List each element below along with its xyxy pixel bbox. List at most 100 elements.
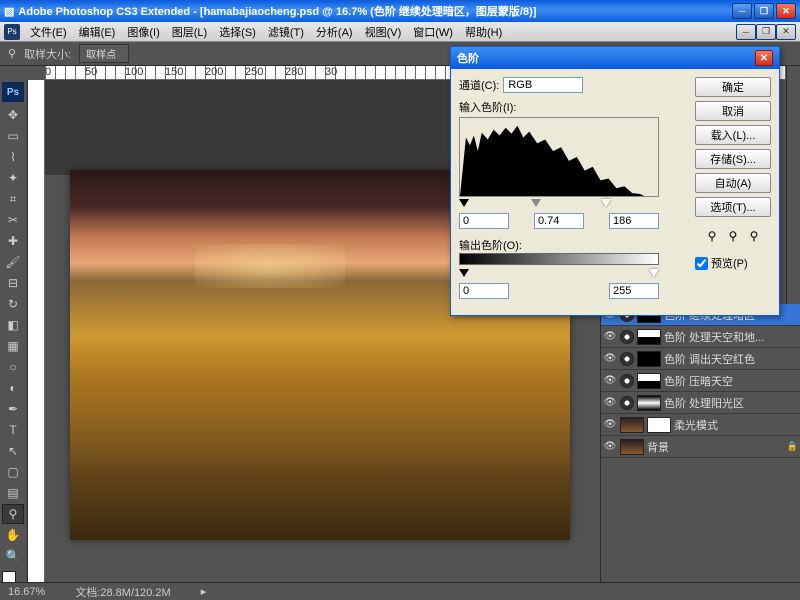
menu-analysis[interactable]: 分析(A) [310, 22, 359, 42]
menu-window[interactable]: 窗口(W) [407, 22, 459, 42]
layers-panel: 👁色阶 继续处理暗区👁色阶 处理天空和地...👁色阶 调出天空红色👁色阶 压暗天… [600, 304, 800, 582]
layer-row[interactable]: 👁 色阶 处理阳光区 [601, 392, 800, 414]
layer-name[interactable]: 色阶 调出天空红色 [664, 351, 798, 367]
visibility-icon[interactable]: 👁 [603, 418, 617, 432]
layer-row[interactable]: 👁 色阶 处理天空和地... [601, 326, 800, 348]
output-white-field[interactable] [609, 283, 659, 299]
notes-tool[interactable]: ▤ [2, 483, 24, 503]
channel-select[interactable]: RGB [503, 77, 583, 93]
layer-mask-thumbnail[interactable] [637, 373, 661, 389]
status-arrow-icon[interactable]: ▸ [201, 585, 207, 598]
minimize-button[interactable]: ─ [732, 3, 752, 19]
layer-row[interactable]: 👁 柔光模式 [601, 414, 800, 436]
maximize-button[interactable]: ❐ [754, 3, 774, 19]
black-eyedropper-icon[interactable]: ⚲ [703, 227, 721, 245]
menu-help[interactable]: 帮助(H) [459, 22, 508, 42]
eraser-tool[interactable]: ◧ [2, 315, 24, 335]
ps-badge-icon: Ps [2, 82, 24, 102]
layer-name[interactable]: 柔光模式 [674, 417, 798, 433]
layer-name[interactable]: 背景 [647, 439, 784, 455]
layer-name[interactable]: 色阶 处理天空和地... [664, 329, 798, 345]
dodge-tool[interactable]: ◐ [2, 378, 24, 398]
menu-layer[interactable]: 图层(L) [166, 22, 213, 42]
black-point-slider[interactable] [459, 199, 469, 207]
layer-mask-thumbnail[interactable] [637, 351, 661, 367]
move-tool[interactable]: ✥ [2, 105, 24, 125]
layer-row[interactable]: 👁 色阶 调出天空红色 [601, 348, 800, 370]
menu-file[interactable]: 文件(E) [24, 22, 73, 42]
dialog-close-button[interactable]: ✕ [755, 50, 773, 66]
output-white-slider[interactable] [649, 269, 659, 277]
layer-mask-thumbnail[interactable] [637, 329, 661, 345]
save-button[interactable]: 存储(S)... [695, 149, 771, 169]
visibility-icon[interactable]: 👁 [603, 396, 617, 410]
white-point-slider[interactable] [601, 199, 611, 207]
panel-dock[interactable] [786, 66, 800, 306]
output-black-slider[interactable] [459, 269, 469, 277]
sample-size-select[interactable]: 取样点 [79, 44, 129, 63]
menu-filter[interactable]: 滤镜(T) [262, 22, 310, 42]
slice-tool[interactable]: ✂ [2, 210, 24, 230]
doc-minimize-button[interactable]: ─ [736, 24, 756, 40]
type-tool[interactable]: T [2, 420, 24, 440]
visibility-icon[interactable]: 👁 [603, 374, 617, 388]
menu-image[interactable]: 图像(I) [121, 22, 165, 42]
path-tool[interactable]: ↖ [2, 441, 24, 461]
input-slider[interactable] [459, 199, 659, 209]
input-gamma-field[interactable] [534, 213, 584, 229]
gray-eyedropper-icon[interactable]: ⚲ [724, 227, 742, 245]
layer-mask-thumbnail[interactable] [637, 395, 661, 411]
shape-tool[interactable]: ▢ [2, 462, 24, 482]
visibility-icon[interactable]: 👁 [603, 330, 617, 344]
visibility-icon[interactable]: 👁 [603, 440, 617, 454]
stamp-tool[interactable]: ⊟ [2, 273, 24, 293]
load-button[interactable]: 载入(L)... [695, 125, 771, 145]
layer-name[interactable]: 色阶 压暗天空 [664, 373, 798, 389]
input-levels-label: 输入色阶(I): [459, 102, 516, 114]
adjustment-icon [620, 330, 634, 344]
marquee-tool[interactable]: ▭ [2, 126, 24, 146]
output-gradient [459, 253, 659, 265]
preview-checkbox[interactable]: 预览(P) [695, 255, 771, 271]
history-brush-tool[interactable]: ↻ [2, 294, 24, 314]
options-button[interactable]: 选项(T)... [695, 197, 771, 217]
doc-restore-button[interactable]: ❐ [756, 24, 776, 40]
input-black-field[interactable] [459, 213, 509, 229]
visibility-icon[interactable]: 👁 [603, 352, 617, 366]
ps-menu-icon[interactable]: Ps [4, 24, 20, 40]
lock-icon: 🔒 [787, 441, 798, 452]
auto-button[interactable]: 自动(A) [695, 173, 771, 193]
crop-tool[interactable]: ⌗ [2, 189, 24, 209]
lasso-tool[interactable]: ⌇ [2, 147, 24, 167]
menu-view[interactable]: 视图(V) [359, 22, 408, 42]
doc-close-button[interactable]: ✕ [776, 24, 796, 40]
gamma-slider[interactable] [531, 199, 541, 207]
pen-tool[interactable]: ✒ [2, 399, 24, 419]
ok-button[interactable]: 确定 [695, 77, 771, 97]
layer-name[interactable]: 色阶 处理阳光区 [664, 395, 798, 411]
layer-thumbnail [620, 439, 644, 455]
layer-row[interactable]: 👁 背景🔒 [601, 436, 800, 458]
zoom-level[interactable]: 16.67% [8, 586, 45, 598]
wand-tool[interactable]: ✦ [2, 168, 24, 188]
preview-checkbox-input[interactable] [695, 257, 708, 270]
zoom-tool[interactable]: 🔍 [2, 546, 24, 566]
menu-edit[interactable]: 编辑(E) [73, 22, 122, 42]
layer-mask-thumbnail[interactable] [647, 417, 671, 433]
hand-tool[interactable]: ✋ [2, 525, 24, 545]
menu-select[interactable]: 选择(S) [213, 22, 262, 42]
gradient-tool[interactable]: ▦ [2, 336, 24, 356]
blur-tool[interactable]: ○ [2, 357, 24, 377]
input-white-field[interactable] [609, 213, 659, 229]
brush-tool[interactable]: 🖌 [2, 252, 24, 272]
output-black-field[interactable] [459, 283, 509, 299]
adjustment-icon [620, 396, 634, 410]
output-slider[interactable] [459, 269, 659, 279]
dialog-titlebar[interactable]: 色阶 ✕ [451, 47, 779, 69]
white-eyedropper-icon[interactable]: ⚲ [745, 227, 763, 245]
layer-row[interactable]: 👁 色阶 压暗天空 [601, 370, 800, 392]
close-button[interactable]: ✕ [776, 3, 796, 19]
eyedropper-tool[interactable]: ⚲ [2, 504, 24, 524]
heal-tool[interactable]: ✚ [2, 231, 24, 251]
cancel-button[interactable]: 取消 [695, 101, 771, 121]
